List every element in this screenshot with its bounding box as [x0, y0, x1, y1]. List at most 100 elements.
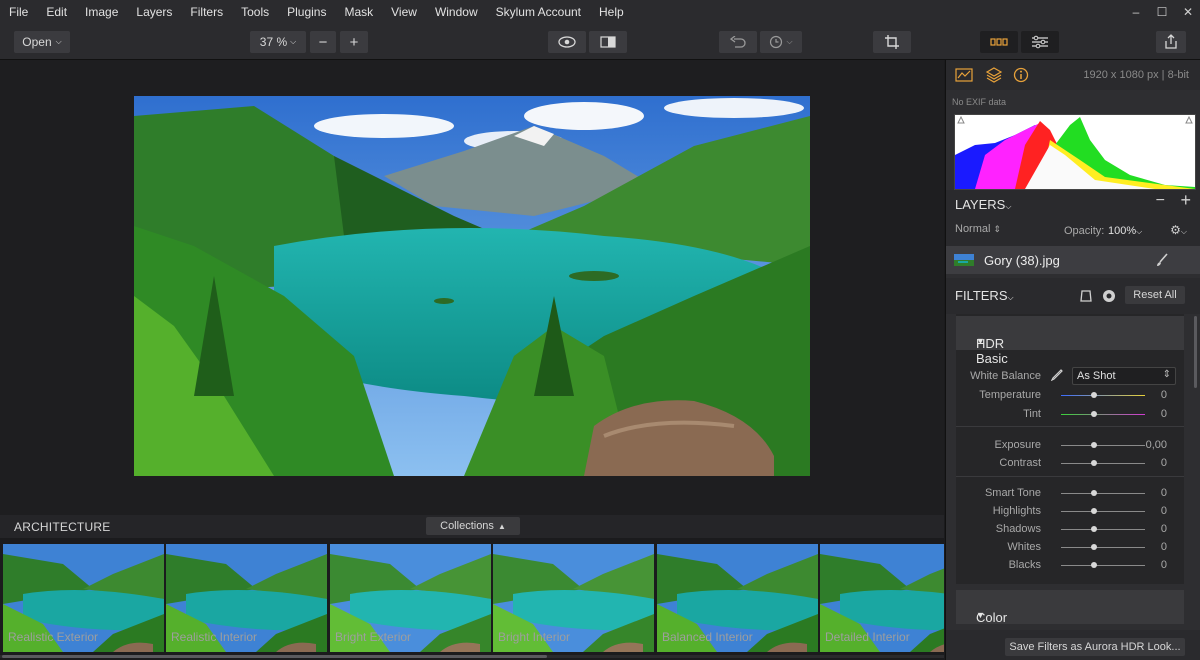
- preset-thumbnail[interactable]: Bright Exterior: [330, 544, 491, 652]
- looks-icon: [990, 38, 1008, 46]
- histogram-tab[interactable]: [955, 67, 973, 83]
- adjustments-toggle-button[interactable]: [1021, 31, 1059, 53]
- filters-title[interactable]: FILTERS⌵: [955, 288, 1014, 303]
- menu-mask[interactable]: Mask: [335, 5, 382, 19]
- blacks-knob[interactable]: [1091, 562, 1097, 568]
- compare-button[interactable]: [589, 31, 627, 53]
- exposure-knob[interactable]: [1091, 442, 1097, 448]
- looks-toggle-button[interactable]: [980, 31, 1018, 53]
- window-controls: – ☐ ✕: [1130, 0, 1194, 24]
- effects-icon[interactable]: [1102, 289, 1116, 303]
- maximize-button[interactable]: ☐: [1156, 5, 1168, 19]
- share-icon: [1165, 34, 1177, 49]
- contrast-label: Contrast: [999, 457, 1041, 469]
- shadows-slider[interactable]: [1061, 529, 1145, 530]
- contrast-knob[interactable]: [1091, 460, 1097, 466]
- temperature-knob[interactable]: [1091, 392, 1097, 398]
- menu-filters[interactable]: Filters: [181, 5, 232, 19]
- open-label: Open: [22, 35, 52, 49]
- filters-title-text: FILTERS: [955, 288, 1008, 303]
- layer-item[interactable]: Gory (38).jpg: [946, 246, 1200, 274]
- undo-button[interactable]: [719, 31, 757, 53]
- chevron-down-icon: ⌵: [290, 37, 297, 46]
- temperature-slider[interactable]: [1061, 395, 1145, 396]
- shadows-knob[interactable]: [1091, 526, 1097, 532]
- minimize-button[interactable]: –: [1130, 5, 1142, 19]
- menu-tools[interactable]: Tools: [232, 5, 278, 19]
- menu-skylum-account[interactable]: Skylum Account: [487, 5, 590, 19]
- add-layer-button[interactable]: +: [1180, 190, 1191, 211]
- menu-window[interactable]: Window: [426, 5, 487, 19]
- menu-file[interactable]: File: [0, 5, 37, 19]
- share-button[interactable]: [1156, 31, 1186, 53]
- sliders-icon: [1032, 35, 1048, 49]
- chevron-up-icon: ▲: [497, 521, 506, 531]
- preset-thumbnail[interactable]: Detailed Interior: [820, 544, 944, 652]
- zoom-in-button[interactable]: +: [340, 31, 368, 53]
- color-header[interactable]: ▼ Color: [956, 590, 1184, 625]
- chevron-down-icon: ⌵: [1136, 227, 1143, 236]
- info-tab[interactable]: [1013, 67, 1031, 83]
- preview-eye-button[interactable]: [548, 31, 586, 53]
- highlights-slider[interactable]: [1061, 511, 1145, 512]
- tint-slider[interactable]: [1061, 414, 1145, 415]
- preset-thumbnail[interactable]: Realistic Exterior: [3, 544, 164, 652]
- exif-info: No EXIF data: [952, 97, 1007, 107]
- reset-all-button[interactable]: Reset All: [1125, 286, 1185, 304]
- history-button[interactable]: ⌵: [760, 31, 802, 53]
- menu-image[interactable]: Image: [76, 5, 127, 19]
- eyedropper-icon[interactable]: [1051, 369, 1063, 381]
- remove-layer-button[interactable]: −: [1156, 192, 1165, 210]
- preset-thumbnail[interactable]: Realistic Interior: [166, 544, 327, 652]
- preset-label: Balanced Interior: [662, 630, 753, 644]
- layers-section: LAYERS⌵ − + Normal ⇕ Opacity: 100%⌵ ⚙⌵: [946, 190, 1200, 246]
- undo-icon: [730, 36, 746, 48]
- blend-mode-dropdown[interactable]: Normal ⇕: [955, 223, 1001, 235]
- filters-scrollbar[interactable]: [1194, 316, 1197, 388]
- zoom-dropdown[interactable]: 37 % ⌵: [250, 31, 306, 53]
- preset-thumbnail[interactable]: Balanced Interior: [657, 544, 818, 652]
- hdr-basic-header[interactable]: ▼ HDR Basic: [956, 316, 1184, 366]
- collections-button[interactable]: Collections ▲: [426, 517, 520, 535]
- open-button[interactable]: Open ⌵: [14, 31, 70, 53]
- crop-button[interactable]: [873, 31, 911, 53]
- menu-help[interactable]: Help: [590, 5, 633, 19]
- opacity-dropdown[interactable]: 100%⌵: [1108, 225, 1142, 237]
- crop-icon: [885, 35, 899, 49]
- smart-tone-knob[interactable]: [1091, 490, 1097, 496]
- presets-strip-header: ARCHITECTURE Collections ▲: [0, 515, 944, 538]
- preset-thumbnail[interactable]: Bright Interior: [493, 544, 654, 652]
- smart-tone-slider[interactable]: [1061, 493, 1145, 494]
- layers-title-text: LAYERS: [955, 197, 1006, 212]
- menu-layers[interactable]: Layers: [127, 5, 181, 19]
- menu-bar: File Edit Image Layers Filters Tools Plu…: [0, 0, 1200, 24]
- image-canvas[interactable]: [0, 60, 944, 515]
- highlights-knob[interactable]: [1091, 508, 1097, 514]
- brush-icon[interactable]: [1155, 253, 1169, 267]
- white-balance-select[interactable]: As Shot ⇕: [1072, 367, 1176, 385]
- tint-knob[interactable]: [1091, 411, 1097, 417]
- strip-scrollbar-thumb[interactable]: [2, 655, 547, 658]
- preset-label: Bright Exterior: [335, 630, 412, 644]
- layers-tab[interactable]: [985, 67, 1003, 83]
- temperature-value: 0: [1160, 389, 1167, 401]
- chevron-down-icon: ⌵: [1007, 293, 1014, 302]
- whites-knob[interactable]: [1091, 544, 1097, 550]
- contrast-slider[interactable]: [1061, 463, 1145, 464]
- layer-settings-button[interactable]: ⚙⌵: [1170, 223, 1187, 237]
- save-look-button[interactable]: Save Filters as Aurora HDR Look...: [1005, 638, 1185, 656]
- close-button[interactable]: ✕: [1182, 5, 1194, 19]
- menu-edit[interactable]: Edit: [37, 5, 76, 19]
- mask-icon[interactable]: [1079, 289, 1093, 303]
- zoom-out-button[interactable]: −: [310, 31, 336, 53]
- whites-slider[interactable]: [1061, 547, 1145, 548]
- menu-view[interactable]: View: [382, 5, 426, 19]
- whites-value: 0: [1160, 541, 1167, 553]
- clock-icon: [770, 35, 783, 49]
- strip-scrollbar[interactable]: [0, 655, 944, 658]
- exposure-slider[interactable]: [1061, 445, 1145, 446]
- layers-title[interactable]: LAYERS⌵: [955, 197, 1011, 212]
- blacks-slider[interactable]: [1061, 565, 1145, 566]
- menu-plugins[interactable]: Plugins: [278, 5, 335, 19]
- chevron-down-icon: ⌵: [55, 37, 62, 46]
